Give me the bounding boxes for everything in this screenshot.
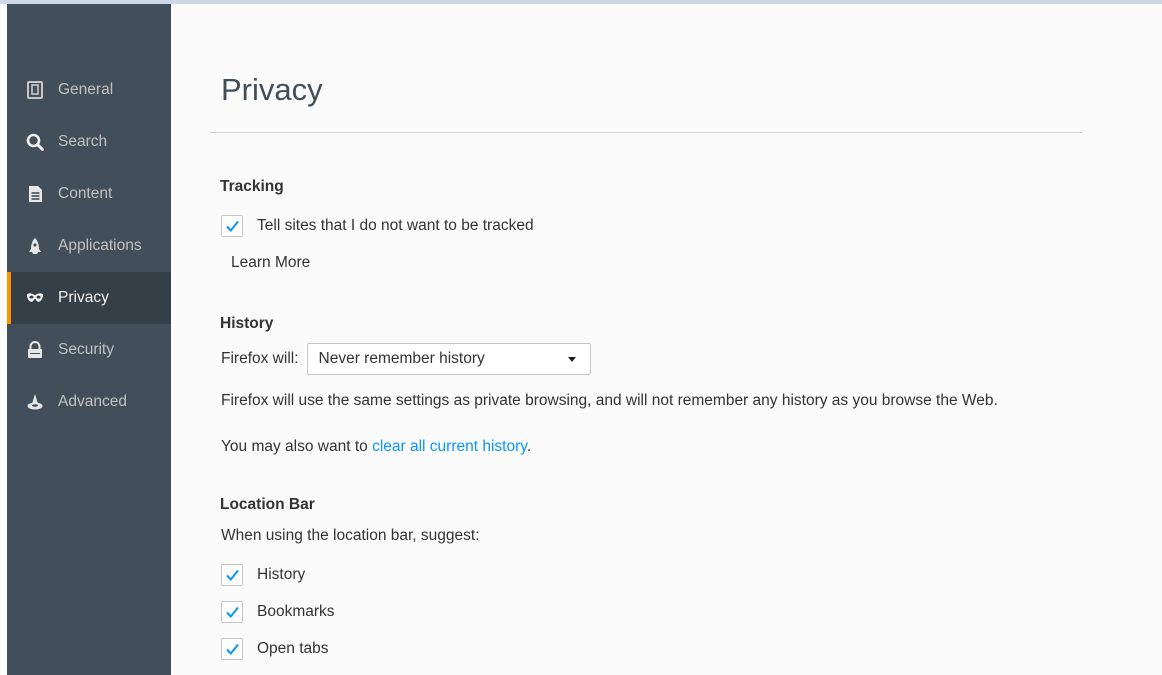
sidebar-item-advanced[interactable]: Advanced bbox=[7, 376, 171, 428]
history-mode-value: Never remember history bbox=[318, 350, 485, 367]
sidebar-item-label: Content bbox=[58, 185, 113, 202]
sidebar-item-label: Search bbox=[58, 133, 108, 150]
general-icon bbox=[26, 81, 44, 99]
dnt-row: Tell sites that I do not want to be trac… bbox=[221, 215, 534, 237]
clear-history-suffix: . bbox=[526, 438, 532, 455]
suggest-open-tabs-checkbox[interactable] bbox=[221, 638, 243, 660]
history-mode-select[interactable]: Never remember history bbox=[306, 343, 591, 375]
checkmark-icon bbox=[225, 569, 239, 581]
sidebar-item-label: Privacy bbox=[58, 289, 109, 306]
search-icon bbox=[26, 133, 44, 151]
sidebar-item-applications[interactable]: Applications bbox=[7, 220, 171, 272]
security-lock-icon bbox=[26, 341, 44, 359]
dnt-label: Tell sites that I do not want to be trac… bbox=[257, 217, 534, 234]
sidebar-item-content[interactable]: Content bbox=[7, 168, 171, 220]
suggest-open-tabs-label: Open tabs bbox=[257, 640, 329, 657]
suggest-history-label: History bbox=[257, 566, 306, 583]
sidebar-item-search[interactable]: Search bbox=[7, 116, 171, 168]
privacy-mask-icon bbox=[26, 289, 44, 307]
location-bar-suggest-label: When using the location bar, suggest: bbox=[221, 527, 480, 544]
preferences-window: General Search Content Applications Priv… bbox=[0, 0, 1162, 675]
sidebar-nav: General Search Content Applications Priv… bbox=[7, 64, 171, 428]
sidebar-item-label: Security bbox=[58, 341, 114, 358]
checkmark-icon bbox=[225, 606, 239, 618]
learn-more-link[interactable]: Learn More bbox=[231, 254, 310, 272]
sidebar-item-security[interactable]: Security bbox=[7, 324, 171, 376]
checkmark-icon bbox=[225, 643, 239, 655]
advanced-wizard-icon bbox=[26, 393, 44, 411]
suggest-bookmarks-checkbox[interactable] bbox=[221, 601, 243, 623]
main-pane: Privacy Tracking Tell sites that I do no… bbox=[210, 4, 1162, 675]
history-will-row: Firefox will: Never remember history bbox=[221, 343, 591, 375]
suggest-history-checkbox[interactable] bbox=[221, 564, 243, 586]
clear-history-link[interactable]: clear all current history bbox=[372, 438, 527, 455]
dnt-checkbox[interactable] bbox=[221, 215, 243, 237]
sidebar-item-label: Applications bbox=[58, 237, 142, 254]
title-divider bbox=[210, 132, 1082, 133]
content-icon bbox=[26, 185, 44, 203]
suggest-bookmarks-row: Bookmarks bbox=[221, 601, 335, 623]
sidebar-item-label: General bbox=[58, 81, 114, 98]
checkmark-icon bbox=[225, 220, 239, 232]
history-description: Firefox will use the same settings as pr… bbox=[221, 392, 998, 409]
tracking-heading: Tracking bbox=[220, 178, 284, 195]
suggest-bookmarks-label: Bookmarks bbox=[257, 603, 335, 620]
sidebar-item-general[interactable]: General bbox=[7, 64, 171, 116]
location-bar-heading: Location Bar bbox=[220, 496, 315, 513]
sidebar-item-privacy[interactable]: Privacy bbox=[7, 272, 171, 324]
clear-history-line: You may also want to clear all current h… bbox=[221, 438, 531, 456]
clear-history-prefix: You may also want to bbox=[221, 438, 373, 455]
page-title: Privacy bbox=[221, 72, 323, 107]
applications-icon bbox=[26, 237, 44, 255]
chevron-down-icon bbox=[567, 357, 576, 362]
suggest-open-tabs-row: Open tabs bbox=[221, 638, 329, 660]
sidebar-item-label: Advanced bbox=[58, 393, 127, 410]
history-will-label: Firefox will: bbox=[221, 350, 299, 367]
suggest-history-row: History bbox=[221, 564, 305, 586]
sidebar: General Search Content Applications Priv… bbox=[7, 4, 171, 675]
history-heading: History bbox=[220, 315, 274, 332]
